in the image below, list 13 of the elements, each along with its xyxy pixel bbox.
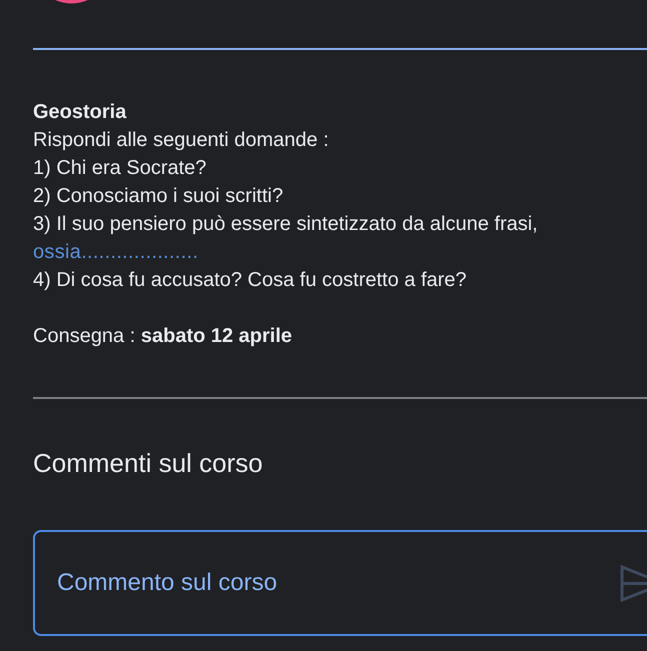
question-text: 1) Chi era Socrate? (33, 156, 206, 181)
question-text: 4) Di cosa fu accusato? Cosa fu costretto a fare? (33, 268, 467, 293)
comment-input[interactable]: Commento sul corso (57, 565, 600, 601)
instructions-text: Rispondi alle seguenti domande : (33, 128, 329, 153)
question-text: 3) Il suo pensiero può essere sintetizzato da alcune frasi, ossia.................... (33, 210, 538, 266)
send-icon[interactable] (620, 564, 647, 602)
comment-field[interactable]: Commento sul corso (33, 530, 647, 636)
avatar-edge-icon (55, 0, 88, 4)
comments-heading: Commenti sul corso (33, 447, 263, 479)
question-text: 2) Conosciamo i suoi scritti? (33, 184, 284, 209)
due-date-text: Consegna : sabato 12 aprile (33, 324, 292, 349)
subject-title: Geostoria (33, 100, 126, 125)
question-link[interactable]: ossia.................... (33, 238, 198, 266)
